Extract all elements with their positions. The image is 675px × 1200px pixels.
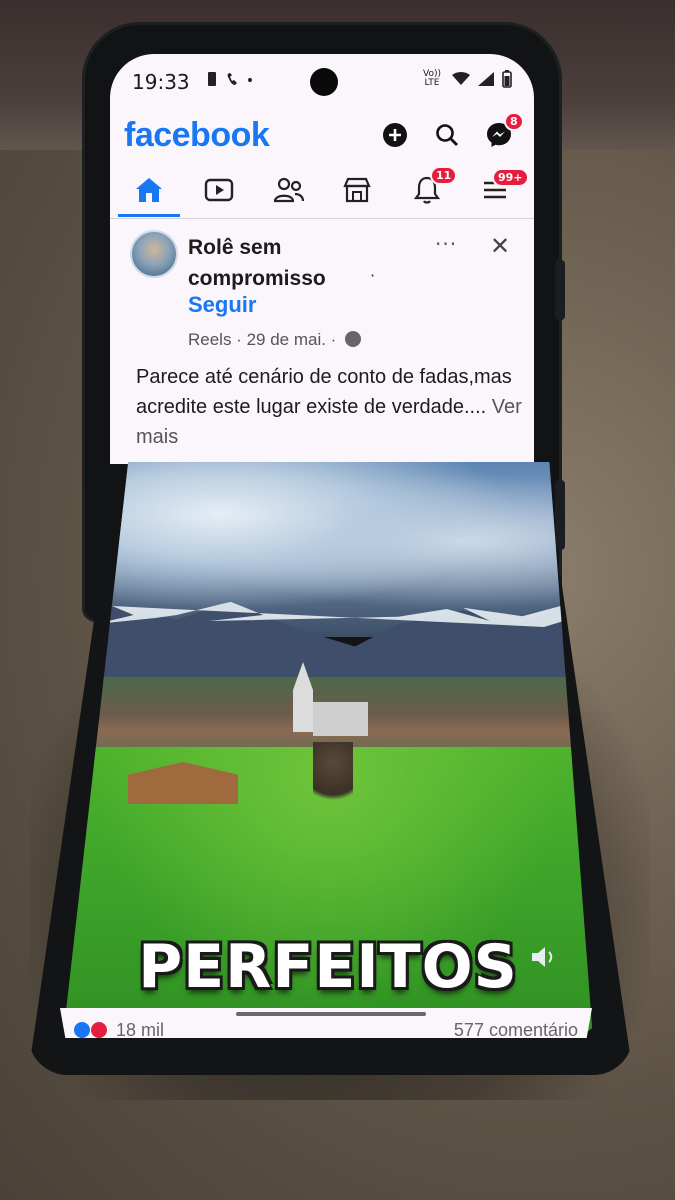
create-button[interactable] <box>380 120 410 150</box>
mute-button[interactable] <box>528 942 558 972</box>
messenger-badge: 8 <box>504 112 524 131</box>
nav-friends-tab[interactable] <box>260 166 318 214</box>
nav-marketplace-tab[interactable] <box>328 166 386 214</box>
follow-button[interactable]: Seguir <box>188 292 256 318</box>
facebook-logo[interactable]: facebook <box>124 116 270 155</box>
speaker-icon <box>532 947 553 967</box>
more-options-button[interactable]: ··· <box>435 232 457 256</box>
facebook-header: facebook 8 <box>124 112 534 162</box>
author-avatar[interactable] <box>130 230 178 278</box>
status-bar: 19:33 Vo)) LTE <box>110 54 534 112</box>
battery-icon <box>502 70 512 88</box>
menu-badge: 99+ <box>492 168 529 187</box>
nav-home-tab[interactable] <box>120 166 178 214</box>
nav-menu-tab[interactable]: 99+ <box>466 166 529 214</box>
reactions-text: 18 mil <box>116 1020 165 1040</box>
video-icon <box>204 178 234 202</box>
globe-icon <box>345 331 362 347</box>
notifications-badge: 11 <box>430 166 458 185</box>
marketplace-icon <box>343 177 371 203</box>
signal-icon <box>478 72 494 86</box>
home-indicator <box>236 1012 426 1016</box>
battery-saver-icon <box>208 72 252 86</box>
nav-divider <box>110 218 534 219</box>
close-post-button[interactable]: ✕ <box>490 232 510 260</box>
active-tab-indicator <box>118 214 180 217</box>
home-icon <box>136 178 162 202</box>
comments-count[interactable]: 577 comentário <box>454 1020 578 1038</box>
volume-button <box>555 260 565 320</box>
plus-icon <box>383 123 407 147</box>
like-icon <box>74 1022 90 1038</box>
front-camera <box>310 68 338 96</box>
wifi-icon <box>452 72 470 85</box>
main-nav: 11 99+ <box>110 166 534 219</box>
nav-video-tab[interactable] <box>190 166 248 214</box>
status-notification-icons <box>206 70 266 92</box>
screen-upper: 19:33 Vo)) LTE facebook 8 11 99+ Rolê se… <box>110 54 534 464</box>
status-right-icons: Vo)) LTE <box>420 70 512 88</box>
friends-icon <box>273 177 305 203</box>
messenger-button[interactable]: 8 <box>484 112 524 150</box>
search-button[interactable] <box>432 120 462 150</box>
love-icon <box>91 1022 108 1038</box>
video-church <box>313 702 368 736</box>
post-text: Parece até cenário de conto de fadas,mas… <box>136 366 512 418</box>
power-button <box>555 480 565 550</box>
post-meta-text: Reels · 29 de mai. · <box>188 330 337 349</box>
name-separator: · <box>370 266 376 285</box>
video-caption: PERFEITOS <box>138 932 518 1002</box>
search-icon <box>436 124 458 146</box>
nav-notifications-tab[interactable]: 11 <box>398 166 458 214</box>
video-tree <box>313 742 353 812</box>
volte-label: Vo)) LTE <box>423 69 441 88</box>
reel-video[interactable]: PERFEITOS <box>63 462 593 1034</box>
status-time: 19:33 <box>132 70 190 94</box>
post-header: Rolê sem compromisso · Seguir ··· ✕ Reel… <box>130 230 530 360</box>
post-meta: Reels · 29 de mai. · <box>188 330 362 350</box>
post-body: Parece até cenário de conto de fadas,mas… <box>136 362 526 452</box>
post-author-name[interactable]: Rolê sem compromisso <box>188 232 398 294</box>
